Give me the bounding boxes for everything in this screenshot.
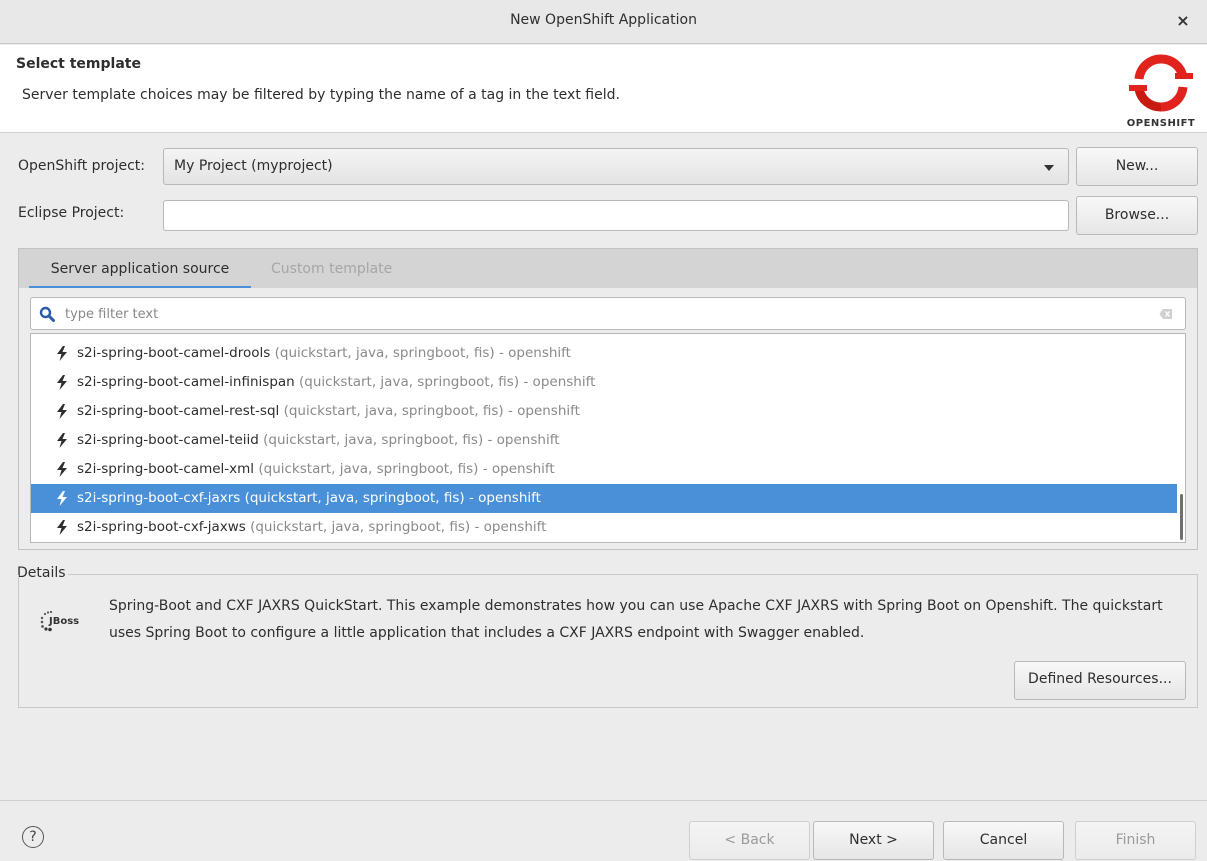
lightning-icon — [57, 462, 67, 477]
page-description: Server template choices may be filtered … — [22, 87, 620, 103]
tab-custom-template[interactable]: Custom template — [271, 249, 392, 289]
page-title: Select template — [16, 56, 141, 72]
template-tags: (quickstart, java, springboot, fis) - op… — [270, 345, 571, 361]
openshift-project-value: My Project (myproject) — [174, 158, 333, 174]
template-description: Spring-Boot and CXF JAXRS QuickStart. Th… — [109, 598, 1163, 641]
eclipse-project-field[interactable] — [163, 200, 1069, 231]
list-item[interactable]: s2i-spring-boot-cxf-jaxws (quickstart, j… — [31, 513, 1177, 542]
template-name: s2i-spring-boot-camel-xml — [77, 461, 255, 477]
template-tags: (quickstart, java, springboot, fis) - op… — [294, 374, 596, 390]
list-scrollbar[interactable] — [1180, 494, 1183, 540]
chevron-down-icon — [1044, 165, 1054, 171]
footer-divider — [0, 800, 1207, 801]
list-item[interactable]: s2i-spring-boot-camel-infinispan (quicks… — [31, 368, 1177, 397]
filter-input[interactable] — [65, 303, 1145, 325]
template-name: s2i-spring-boot-cxf-jaxws — [77, 519, 246, 535]
browse-button[interactable]: Browse... — [1076, 196, 1198, 235]
wizard-header: Select template Server template choices … — [0, 45, 1207, 133]
finish-button[interactable]: Finish — [1075, 821, 1196, 860]
template-tags: (quickstart, java, springboot, fis) - op… — [279, 403, 580, 419]
template-list[interactable]: s2i-spring-boot-camel-drools (quickstart… — [30, 333, 1186, 543]
openshift-project-combo[interactable]: My Project (myproject) — [163, 148, 1069, 185]
help-icon[interactable]: ? — [22, 826, 44, 848]
list-item-selected[interactable]: s2i-spring-boot-cxf-jaxrs (quickstart, j… — [31, 484, 1177, 513]
jboss-logo-text: JBoss — [48, 616, 79, 627]
tab-bar: Server application source Custom templat… — [18, 248, 1198, 289]
logo-caption: OPENSHIFT — [1126, 118, 1196, 129]
list-item[interactable]: s2i-spring-boot-camel-rest-sql (quicksta… — [31, 397, 1177, 426]
back-button[interactable]: < Back — [689, 821, 810, 860]
list-item[interactable]: s2i-spring-boot-camel-xml (quickstart, j… — [31, 455, 1177, 484]
details-group: JBoss Spring-Boot and CXF JAXRS QuickSta… — [18, 575, 1198, 708]
openshift-project-label: OpenShift project: — [18, 158, 145, 174]
template-name: s2i-spring-boot-camel-infinispan — [77, 374, 295, 390]
openshift-logo-icon: OPENSHIFT — [1123, 51, 1199, 131]
filter-box — [30, 297, 1186, 330]
template-name: s2i-spring-boot-camel-rest-sql — [77, 403, 280, 419]
clear-icon[interactable] — [1159, 308, 1173, 320]
lightning-icon — [57, 491, 67, 506]
template-name: s2i-spring-boot-camel-drools — [77, 345, 271, 361]
lightning-icon — [57, 346, 67, 361]
lightning-icon — [57, 375, 67, 390]
close-icon[interactable]: × — [1173, 9, 1193, 33]
lightning-icon — [57, 404, 67, 419]
search-icon — [39, 306, 55, 322]
eclipse-project-label: Eclipse Project: — [18, 205, 125, 221]
template-tags: (quickstart, java, springboot, fis) - op… — [245, 519, 547, 535]
new-project-button[interactable]: New... — [1076, 147, 1198, 186]
template-name: s2i-spring-boot-cxf-jaxrs — [77, 490, 241, 506]
lightning-icon — [57, 520, 67, 535]
window-title: New OpenShift Application — [510, 12, 697, 28]
jboss-logo-icon: JBoss — [40, 610, 79, 632]
title-bar: New OpenShift Application × — [0, 0, 1207, 44]
list-item[interactable]: s2i-spring-boot-camel-teiid (quickstart,… — [31, 426, 1177, 455]
template-tags: (quickstart, java, springboot, fis) - op… — [258, 432, 560, 448]
template-name: s2i-spring-boot-camel-teiid — [77, 432, 259, 448]
lightning-icon — [57, 433, 67, 448]
template-tags: (quickstart, java, springboot, fis) - op… — [254, 461, 555, 477]
defined-resources-button[interactable]: Defined Resources... — [1014, 661, 1186, 700]
next-button[interactable]: Next > — [813, 821, 934, 860]
cancel-button[interactable]: Cancel — [943, 821, 1064, 860]
tab-server-application-source[interactable]: Server application source — [29, 249, 251, 289]
template-tags: (quickstart, java, springboot, fis) - op… — [240, 490, 541, 506]
list-item[interactable]: s2i-spring-boot-camel-drools (quickstart… — [31, 339, 1177, 368]
